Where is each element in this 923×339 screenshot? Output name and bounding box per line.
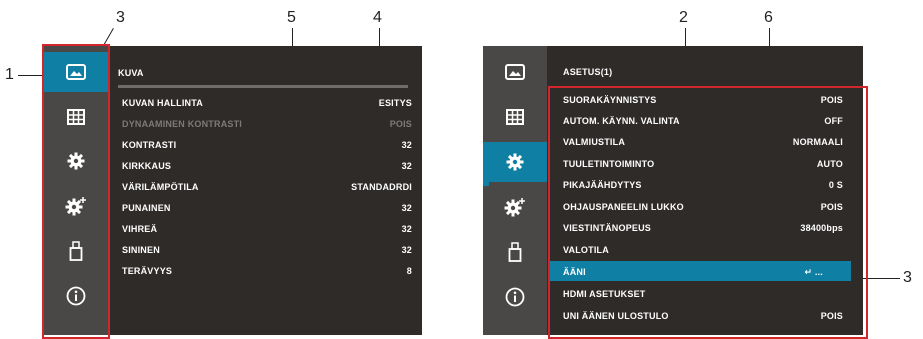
row-value: 32 [401,140,412,150]
grid-icon [506,109,524,125]
page-title-left: KUVA [118,68,144,78]
menu-row-kontrasti[interactable]: KONTRASTI 32 [122,134,412,154]
row-value: POIS [389,119,412,129]
active-indicator [483,142,489,186]
callout-6: 6 [764,9,773,26]
info-icon [505,287,525,307]
callout-2: 2 [679,9,688,26]
row-label: PUNAINEN [122,203,171,213]
row-value: ESITYS [378,98,412,108]
usb-icon [508,242,522,262]
gear-icon [506,153,524,171]
row-label: DYNAAMINEN KONTRASTI [122,119,242,129]
callout-3-right: 3 [903,269,912,286]
sidebar-item-grid[interactable] [483,97,547,137]
menu-row-kuvan-hallinta[interactable]: KUVAN HALLINTA ESITYS [122,92,412,112]
page-title-right: ASETUS(1) [563,67,613,77]
callout-1: 1 [5,66,14,83]
row-value: STANDADRDI [351,182,412,192]
callout-box-menu-list [548,86,868,339]
sidebar-item-info[interactable] [483,277,547,317]
row-label: KIRKKAUS [122,161,172,171]
right-sidebar [483,46,547,335]
row-label: VÄRILÄMPÖTILA [122,182,199,192]
sidebar-item-picture[interactable] [483,52,547,92]
menu-row-dynaaminen-kontrasti: DYNAAMINEN KONTRASTI POIS [122,113,412,133]
gear-plus-icon [504,197,526,217]
row-value: 32 [401,224,412,234]
callout-4: 4 [373,9,382,26]
sidebar-item-settings[interactable] [483,142,547,182]
picture-icon [505,64,525,80]
row-label: KUVAN HALLINTA [122,98,203,108]
menu-row-teravyys[interactable]: TERÄVYYS 8 [122,260,412,280]
row-label: TERÄVYYS [122,266,173,276]
menu-row-kirkkaus[interactable]: KIRKKAUS 32 [122,155,412,175]
menu-row-sininen[interactable]: SININEN 32 [122,239,412,259]
sidebar-item-settings-plus[interactable] [483,187,547,227]
row-label: KONTRASTI [122,140,177,150]
callout-1-line [18,75,44,76]
sidebar-item-usb[interactable] [483,232,547,272]
row-value: 32 [401,245,412,255]
title-divider [118,85,408,88]
row-label: VIHREÄ [122,224,158,234]
callout-3-left: 3 [116,9,125,26]
callout-box-sidebar [42,44,110,339]
row-value: 8 [406,266,412,276]
menu-row-punainen[interactable]: PUNAINEN 32 [122,197,412,217]
callout-5: 5 [287,9,296,26]
menu-row-varilampotila[interactable]: VÄRILÄMPÖTILA STANDADRDI [122,176,412,196]
menu-row-vihrea[interactable]: VIHREÄ 32 [122,218,412,238]
row-label: SININEN [122,245,160,255]
row-value: 32 [401,203,412,213]
row-value: 32 [401,161,412,171]
